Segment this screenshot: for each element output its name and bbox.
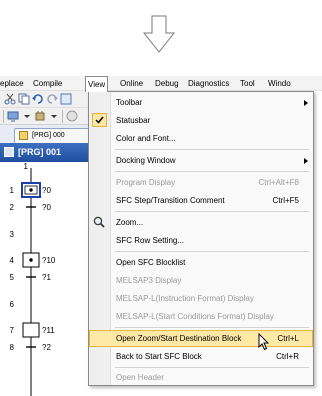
sfc-step[interactable] [22,322,40,338]
row-number: 3 [9,230,14,239]
checkmark-icon [92,113,107,127]
menu-replace[interactable]: eplace [0,79,24,88]
menu-debug[interactable]: Debug [155,79,179,88]
menu-item-label: Toolbar [116,98,143,107]
down-arrow-icon [143,15,175,53]
menu-item-open-sfc-blocklist[interactable]: Open SFC Blocklist [89,254,313,271]
menu-item-label: SFC Step/Transition Comment [116,196,225,205]
app-window: eplace Compile View Online Debug Diagnos… [0,76,322,396]
dropdown-arrow-icon[interactable] [21,110,33,122]
menu-item-label: MELSAP-L(Instruction Format) Display [116,294,254,303]
menu-separator [115,149,309,150]
menu-item-program-display: Program Display Ctrl+Alt+F8 [89,174,313,191]
menu-separator [115,327,309,328]
menu-item-shortcut: Ctrl+L [277,334,299,343]
submenu-arrow-icon [304,100,308,106]
menu-item-open-header: Open Header [89,369,313,386]
menu-item-open-zoom-start-destination-block[interactable]: Open Zoom/Start Destination Block Ctrl+L [89,330,313,347]
menu-item-sfc-row-setting[interactable]: SFC Row Setting... [89,232,313,249]
menu-item-label: SFC Row Setting... [116,236,185,245]
menu-item-statusbar[interactable]: Statusbar [89,112,313,129]
menu-item-shortcut: Ctrl+F5 [272,196,299,205]
step-label: ?0 [42,186,51,195]
row-number: 1 [9,186,14,195]
menu-item-melsap-l-instruction-format: MELSAP-L(Instruction Format) Display [89,290,313,307]
transition-label: ?1 [42,273,51,282]
menu-item-label: MELSAP3 Display [116,276,182,285]
undo-icon[interactable] [32,93,44,105]
program-icon [4,147,14,157]
find-icon[interactable] [60,93,72,105]
step-label: ?10 [42,256,56,265]
redo-icon[interactable] [46,93,58,105]
menu-separator [115,251,309,252]
menu-item-back-to-start-sfc-block[interactable]: Back to Start SFC Block Ctrl+R [89,348,313,365]
row-number: 2 [9,203,14,212]
menu-item-label: Statusbar [116,116,151,125]
device-icon[interactable] [34,110,46,122]
menu-item-toolbar[interactable]: Toolbar [89,94,313,111]
menu-separator [115,211,309,212]
magnifier-icon [92,215,107,229]
row-number: 5 [9,273,14,282]
menu-bar: eplace Compile View Online Debug Diagnos… [0,76,322,92]
dropdown-arrow-icon-2[interactable] [48,110,60,122]
menu-item-melsap3-display: MELSAP3 Display [89,272,313,289]
menu-separator [115,367,309,368]
editor-title: [PRG] 001 [18,147,62,157]
menu-item-label: Open Header [116,373,165,382]
menu-tool[interactable]: Tool [240,79,255,88]
copy-icon[interactable] [18,93,30,105]
menu-item-label: Open Zoom/Start Destination Block [116,334,242,343]
cut-icon[interactable] [4,93,16,105]
menu-item-label: MELSAP-L(Start Conditions Format) Displa… [116,312,274,321]
menu-item-shortcut: Ctrl+Alt+F8 [258,178,299,187]
menu-compile[interactable]: Compile [33,79,62,88]
menu-item-label: Docking Window [116,156,176,165]
menu-item-label: Program Display [116,178,176,187]
step-label: ?11 [42,326,55,335]
toolbar-separator [3,110,4,123]
row-number: 7 [9,326,14,335]
menu-item-color-and-font[interactable]: Color and Font... [89,130,313,147]
tab-label: [PRG] 000 [32,132,65,139]
toolbar-separator-2 [62,110,63,123]
monitor-icon[interactable] [7,110,19,122]
menu-item-label: Color and Font... [116,134,176,143]
menu-diagnostics[interactable]: Diagnostics [188,79,229,88]
menu-view[interactable]: View [85,76,109,92]
submenu-arrow-icon [304,158,308,164]
menu-item-melsap-l-start-conditions-format: MELSAP-L(Start Conditions Format) Displa… [89,308,313,325]
transition-label: ?2 [42,343,51,352]
row-number: 4 [9,256,14,265]
menu-item-label: Open SFC Blocklist [116,258,186,267]
menu-separator [115,171,309,172]
menu-item-zoom[interactable]: Zoom... [89,214,313,231]
row-number: 8 [9,343,14,352]
row-number: 6 [9,300,14,309]
menu-item-label: Zoom... [116,218,144,227]
transition-label: ?0 [42,203,51,212]
menu-window[interactable]: Windo [268,79,291,88]
row-number: 1 [23,162,28,171]
view-menu-dropdown: Toolbar Statusbar Color and Font... Dock… [88,91,314,386]
menu-item-sfc-step-transition-comment[interactable]: SFC Step/Transition Comment Ctrl+F5 [89,192,313,209]
program-icon [19,131,28,140]
mouse-pointer-icon [258,333,270,351]
menu-item-shortcut: Ctrl+R [276,352,299,361]
menu-item-label: Back to Start SFC Block [116,352,202,361]
menu-item-docking-window[interactable]: Docking Window [89,152,313,169]
help-icon[interactable] [66,110,78,122]
menu-online[interactable]: Online [120,79,143,88]
